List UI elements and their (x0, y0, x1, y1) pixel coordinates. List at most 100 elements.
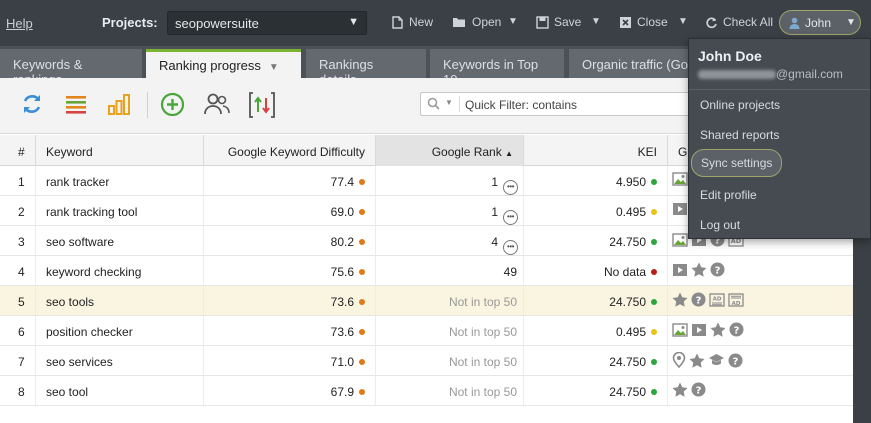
column-header-google-rank[interactable]: Google Rank ▲ (376, 135, 524, 166)
video-icon[interactable] (691, 323, 707, 337)
table-row[interactable]: 4 keyword checking 75.6 49 No data? (0, 256, 853, 286)
table-row[interactable]: 7 seo services 71.0 Not in top 50 24.750? (0, 346, 853, 376)
tab-organic-traffic[interactable]: Organic traffic (Goo (569, 49, 689, 78)
serp-features-cell: ? AD AD (672, 292, 744, 307)
map-pin-icon[interactable] (672, 352, 686, 368)
column-header-number[interactable]: # (0, 135, 36, 166)
close-chevron-icon[interactable]: ▼ (678, 16, 688, 27)
menu-user-email: @gmail.com (698, 67, 843, 81)
open-button[interactable]: Open (452, 15, 501, 29)
redacted-email-blur (698, 70, 776, 79)
chevron-down-icon[interactable]: ▼ (269, 62, 279, 73)
kei-cell: 0.495 (524, 316, 668, 346)
question-icon[interactable]: ? (710, 262, 725, 277)
project-select[interactable]: seopowersuite ▼ (167, 11, 367, 35)
rank-value: 1 (491, 175, 498, 189)
filter-mode-chevron-icon[interactable]: ▼ (445, 98, 453, 107)
tab-keywords-top10[interactable]: Keywords in Top 10 (430, 49, 564, 87)
list-view-button[interactable] (64, 92, 88, 119)
menu-item-online-projects[interactable]: Online projects (700, 98, 780, 112)
rank-value: 1 (491, 205, 498, 219)
image-icon[interactable] (672, 232, 688, 247)
row-number: 6 (0, 316, 36, 346)
new-button[interactable]: New (392, 15, 433, 29)
video-icon[interactable] (672, 263, 688, 277)
sort-rankings-button[interactable] (249, 92, 275, 121)
sync-icon (23, 95, 41, 113)
keyword-cell: seo software (36, 226, 204, 256)
video-icon[interactable] (672, 202, 688, 216)
tab-keywords-rankings[interactable]: Keywords & rankings (0, 49, 142, 87)
open-chevron-icon[interactable]: ▼ (508, 16, 518, 27)
more-options-icon[interactable]: ••• (503, 240, 518, 255)
difficulty-cell: 73.6 (204, 286, 376, 316)
check-all-button[interactable]: Check All (705, 15, 773, 29)
table-row[interactable]: 8 seo tool 67.9 Not in top 50 24.750? (0, 376, 853, 406)
column-header-label: Google Rank (431, 145, 502, 159)
star-icon[interactable] (691, 262, 707, 277)
chart-button[interactable] (107, 92, 131, 119)
menu-item-shared-reports[interactable]: Shared reports (700, 128, 779, 142)
serp-features-cell: ? (672, 352, 743, 368)
svg-text:?: ? (715, 265, 721, 276)
menu-item-log-out[interactable]: Log out (700, 218, 740, 232)
tab-ranking-progress[interactable]: Ranking progress ▼ (146, 49, 301, 78)
svg-text:AD: AD (713, 296, 722, 302)
google-rank-cell: 1 ••• (376, 166, 524, 196)
difficulty-cell: 77.4 (204, 166, 376, 196)
question-icon[interactable]: ? (691, 292, 706, 307)
rank-value: Not in top 50 (448, 355, 517, 369)
table-row[interactable]: 5 seo tools 73.6 Not in top 50 24.750? AD AD (0, 286, 853, 316)
question-icon[interactable]: ? (691, 382, 706, 397)
row-number: 2 (0, 196, 36, 226)
user-menu-button[interactable]: John ▼ (779, 10, 861, 35)
more-options-icon[interactable]: ••• (503, 210, 518, 225)
image-icon[interactable] (672, 322, 688, 337)
column-header-kei[interactable]: KEI (524, 135, 668, 166)
column-header-keyword[interactable]: Keyword (36, 135, 204, 166)
google-rank-cell: Not in top 50 (376, 286, 524, 316)
kei-status-dot (651, 209, 657, 215)
more-options-icon[interactable]: ••• (503, 180, 518, 195)
question-icon[interactable]: ? (729, 322, 744, 337)
serp-features-cell (672, 202, 688, 216)
star-icon[interactable] (710, 322, 726, 337)
star-icon[interactable] (672, 382, 688, 397)
close-button[interactable]: Close (619, 15, 668, 29)
help-menu[interactable]: Help (6, 16, 33, 31)
search-icon (427, 97, 440, 110)
rank-value: Not in top 50 (448, 295, 517, 309)
competitors-button[interactable] (204, 92, 230, 119)
difficulty-cell: 69.0 (204, 196, 376, 226)
refresh-rankings-button[interactable] (20, 92, 44, 119)
save-button[interactable]: Save (536, 15, 581, 29)
add-keywords-button[interactable] (160, 92, 185, 120)
kei-cell: No data (524, 256, 668, 286)
users-icon (204, 93, 230, 115)
difficulty-cell: 80.2 (204, 226, 376, 256)
menu-item-edit-profile[interactable]: Edit profile (700, 188, 757, 202)
save-chevron-icon[interactable]: ▼ (591, 16, 601, 27)
ad-bottom-icon[interactable]: AD (728, 292, 744, 307)
table-row[interactable]: 6 position checker 73.6 Not in top 50 0.495? (0, 316, 853, 346)
quick-filter-input[interactable]: ▼ Quick Filter: contains (420, 92, 690, 116)
star-icon[interactable] (689, 353, 705, 368)
open-button-label: Open (472, 15, 502, 29)
kei-cell: 4.950 (524, 166, 668, 196)
difficulty-status-dot (359, 329, 365, 335)
sort-ascending-icon: ▲ (505, 149, 513, 158)
difficulty-status-dot (359, 299, 365, 305)
academic-cap-icon[interactable] (708, 353, 725, 367)
serp-features-cell: ? (672, 382, 706, 397)
rank-value: Not in top 50 (448, 325, 517, 339)
question-icon[interactable]: ? (728, 353, 743, 368)
menu-item-sync-settings[interactable]: Sync settings (691, 149, 783, 177)
serp-features-cell: ? (672, 322, 744, 337)
ad-top-icon[interactable]: AD (709, 292, 725, 307)
column-header-difficulty[interactable]: Google Keyword Difficulty (204, 135, 376, 166)
tab-rankings-details[interactable]: Rankings details (306, 49, 426, 87)
keyword-cell: seo tool (36, 376, 204, 406)
image-icon[interactable] (672, 172, 688, 186)
save-disk-icon (536, 15, 549, 29)
star-icon[interactable] (672, 292, 688, 307)
